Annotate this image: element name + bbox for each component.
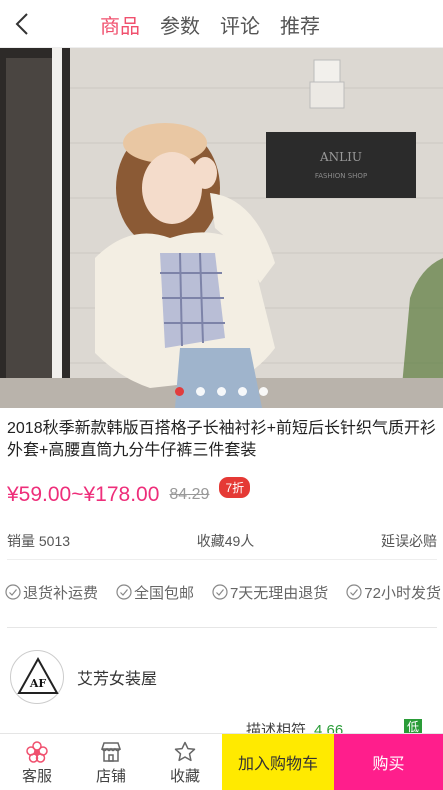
star-icon [174, 741, 196, 761]
flower-icon [26, 740, 48, 763]
product-title: 2018秋季新款韩版百搭格子长袖衬衫+前短后长针织气质开衫外套+高腰直筒九分牛仔… [7, 420, 436, 459]
customer-service-label: 客服 [21, 767, 52, 785]
check-circle-icon [346, 584, 362, 600]
shop-logo[interactable]: AF [10, 650, 64, 704]
store-label: 店铺 [95, 767, 126, 785]
service-label: 全国包邮 [133, 584, 194, 602]
tab-params[interactable]: 参数 [160, 10, 200, 39]
service-item: 退货补运费 [5, 580, 98, 604]
service-item: 全国包邮 [116, 580, 194, 604]
favorite-button[interactable]: 收藏 [148, 734, 222, 790]
add-to-cart-button[interactable]: 加入购物车 [222, 734, 334, 790]
service-label: 7天无理由退货 [229, 584, 329, 602]
price-range: ¥59.00~¥178.00 [7, 483, 160, 506]
product-image-carousel[interactable]: ANLIU FASHION SHOP [0, 48, 443, 408]
product-stats: 销量 5013 收藏49人 延误必赔 [7, 531, 437, 555]
store-button[interactable]: 店铺 [74, 734, 148, 790]
svg-text:ANLIU: ANLIU [319, 150, 362, 164]
service-label: 退货补运费 [23, 584, 99, 602]
divider [7, 627, 437, 628]
favorite-label: 收藏 [169, 767, 200, 785]
original-price: 84.29 [169, 486, 210, 503]
discount-badge: 7折 [219, 476, 251, 498]
buy-now-button[interactable]: 购买 [334, 734, 443, 790]
service-item: 7天无理由退货 [212, 580, 328, 604]
carousel-dot[interactable] [175, 387, 184, 396]
product-photo: ANLIU FASHION SHOP [0, 48, 443, 408]
svg-text:FASHION SHOP: FASHION SHOP [315, 172, 367, 180]
sales-count: 销量 5013 [7, 533, 71, 549]
product-tabs: 商品 参数 评论 推荐 [100, 0, 320, 48]
carousel-dot[interactable] [217, 387, 226, 396]
chevron-left-icon [15, 13, 28, 35]
divider [7, 559, 437, 560]
svg-text:AF: AF [29, 677, 47, 690]
carousel-dot[interactable] [238, 387, 247, 396]
favorites-count: 收藏49人 [196, 533, 255, 549]
carousel-dot[interactable] [196, 387, 205, 396]
check-circle-icon [5, 584, 21, 600]
service-guarantees[interactable]: 退货补运费 全国包邮 7天无理由退货 72小时发货 [5, 580, 441, 604]
customer-service-button[interactable]: 客服 [0, 734, 74, 790]
delay-guarantee: 延误必赔 [381, 533, 437, 549]
carousel-dot[interactable] [259, 387, 268, 396]
shop-logo-image: AF [17, 656, 59, 694]
store-icon [100, 741, 122, 762]
top-nav-bar: 商品 参数 评论 推荐 [0, 0, 443, 48]
tab-reviews[interactable]: 评论 [220, 10, 260, 39]
service-label: 72小时发货 [364, 584, 441, 602]
tab-product[interactable]: 商品 [100, 10, 140, 39]
price-row: ¥59.00~¥178.00 84.29 7折 [7, 476, 437, 512]
bottom-action-bar: 客服 店铺 收藏 加入购物车 购买 [0, 733, 443, 790]
shop-name[interactable]: 艾芳女装屋 [77, 665, 157, 689]
service-item: 72小时发货 [346, 580, 441, 604]
shop-info[interactable]: AF 艾芳女装屋 [10, 650, 157, 704]
back-button[interactable] [6, 8, 38, 40]
carousel-indicator [0, 387, 443, 396]
check-circle-icon [212, 584, 228, 600]
check-circle-icon [116, 584, 132, 600]
tab-recommend[interactable]: 推荐 [280, 10, 320, 39]
